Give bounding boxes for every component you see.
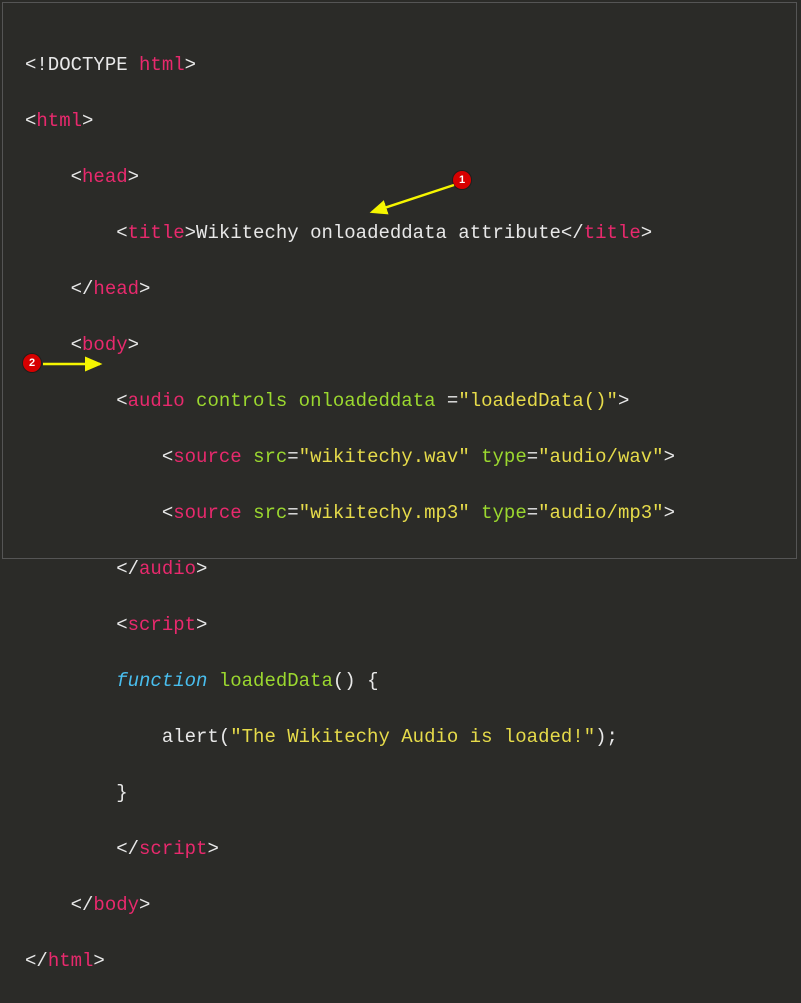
bracket: > [128, 334, 139, 356]
keyword-function: function [116, 670, 207, 692]
bracket: > [93, 950, 104, 972]
code-line: </audio> [25, 555, 774, 583]
equals: = [527, 502, 538, 524]
bracket: < [162, 502, 173, 524]
tag-audio-close: audio [139, 558, 196, 580]
code-line: <html> [25, 107, 774, 135]
title-text: Wikitechy onloadeddata attribute [196, 222, 561, 244]
bracket: > [207, 838, 218, 860]
attr-controls: controls [196, 390, 287, 412]
attr-value: "wikitechy.mp3" [299, 502, 470, 524]
string-literal: "The Wikitechy Audio is loaded!" [230, 726, 595, 748]
doctype-open: <!DOCTYPE [25, 54, 139, 76]
code-editor: <!DOCTYPE html> <html> <head> <title>Wik… [2, 2, 797, 559]
attr-type: type [481, 446, 527, 468]
call-alert: alert( [25, 726, 230, 748]
equals: = [527, 446, 538, 468]
attr-value: "loadedData()" [458, 390, 618, 412]
bracket: > [128, 166, 139, 188]
annotation-badge-2: 2 [23, 354, 41, 372]
tag-title: title [128, 222, 185, 244]
code-line: alert("The Wikitechy Audio is loaded!"); [25, 723, 774, 751]
attr-value: "audio/mp3" [538, 502, 663, 524]
func-signature: () { [333, 670, 379, 692]
bracket: > [664, 446, 675, 468]
brace-close: } [25, 782, 128, 804]
tag-body-close: body [93, 894, 139, 916]
code-line: <source src="wikitechy.mp3" type="audio/… [25, 499, 774, 527]
tag-html: html [36, 110, 82, 132]
equals: = [447, 390, 458, 412]
bracket: < [116, 222, 127, 244]
attr-type: type [481, 502, 527, 524]
bracket: < [162, 446, 173, 468]
bracket: > [664, 502, 675, 524]
bracket: </ [116, 558, 139, 580]
attr-src: src [253, 446, 287, 468]
equals: = [287, 446, 298, 468]
space [242, 502, 253, 524]
attr-value: "wikitechy.wav" [299, 446, 470, 468]
space [207, 670, 218, 692]
code-line: function loadedData() { [25, 667, 774, 695]
bracket: > [185, 54, 196, 76]
space [470, 446, 481, 468]
bracket: </ [71, 278, 94, 300]
code-line: <!DOCTYPE html> [25, 51, 774, 79]
attr-onloadeddata: onloadeddata [299, 390, 447, 412]
bracket: < [71, 166, 82, 188]
bracket: < [71, 334, 82, 356]
call-end: ); [595, 726, 618, 748]
bracket: > [139, 278, 150, 300]
tag-source: source [173, 446, 241, 468]
space [287, 390, 298, 412]
code-line: </script> [25, 835, 774, 863]
bracket: </ [116, 838, 139, 860]
annotation-badge-1: 1 [453, 171, 471, 189]
tag-body: body [82, 334, 128, 356]
code-line: </head> [25, 275, 774, 303]
tag-audio: audio [128, 390, 185, 412]
code-line: <body> [25, 331, 774, 359]
space [470, 502, 481, 524]
space [185, 390, 196, 412]
code-line: } [25, 779, 774, 807]
bracket: </ [561, 222, 584, 244]
tag-script: script [128, 614, 196, 636]
tag-title-close: title [584, 222, 641, 244]
bracket: </ [25, 950, 48, 972]
code-line: <source src="wikitechy.wav" type="audio/… [25, 443, 774, 471]
bracket: > [196, 558, 207, 580]
code-line: <audio controls onloadeddata ="loadedDat… [25, 387, 774, 415]
bracket: > [82, 110, 93, 132]
bracket: > [196, 614, 207, 636]
code-line: </body> [25, 891, 774, 919]
attr-value: "audio/wav" [538, 446, 663, 468]
space [242, 446, 253, 468]
function-name: loadedData [219, 670, 333, 692]
bracket: < [116, 390, 127, 412]
code-line: <head> [25, 163, 774, 191]
doctype-name: html [139, 54, 185, 76]
bracket: > [185, 222, 196, 244]
code-line: <script> [25, 611, 774, 639]
equals: = [287, 502, 298, 524]
tag-source: source [173, 502, 241, 524]
bracket: < [25, 110, 36, 132]
tag-html-close: html [48, 950, 94, 972]
bracket: < [116, 614, 127, 636]
tag-script-close: script [139, 838, 207, 860]
code-line: <title>Wikitechy onloadeddata attribute<… [25, 219, 774, 247]
bracket: > [641, 222, 652, 244]
code-line: </html> [25, 947, 774, 975]
bracket: > [139, 894, 150, 916]
bracket: </ [71, 894, 94, 916]
tag-head: head [82, 166, 128, 188]
tag-head-close: head [93, 278, 139, 300]
attr-src: src [253, 502, 287, 524]
bracket: > [618, 390, 629, 412]
